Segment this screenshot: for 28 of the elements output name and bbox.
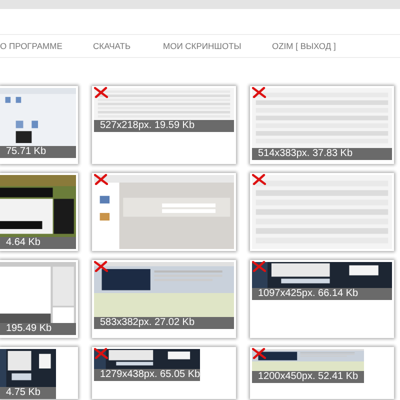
screenshot-card[interactable]: 4.75 Kb <box>0 347 78 399</box>
image-caption: 1200x450px. 52.41 Kb <box>252 371 364 383</box>
screenshot-card[interactable]: 4.64 Kb <box>0 173 78 251</box>
image-caption: 1279x438px. 65.05 Kb <box>94 369 200 381</box>
image-caption: 4.64 Kb <box>0 237 76 249</box>
nav-link[interactable]: СКАЧАТЬ <box>93 40 131 52</box>
screenshot-card[interactable]: 1279x438px. 65.05 Kb <box>92 347 236 399</box>
nav-link[interactable]: МОИ СКРИНШОТЫ <box>163 40 242 52</box>
image-caption: 527x218px. 19.59 Kb <box>94 120 234 132</box>
delete-icon[interactable] <box>252 348 266 359</box>
delete-icon[interactable] <box>94 348 108 359</box>
screenshot-card[interactable]: 514x383px. 37.83 Kb <box>250 86 394 164</box>
delete-icon[interactable] <box>252 261 266 272</box>
image-caption: 583x382px. 27.02 Kb <box>94 317 234 329</box>
image-caption: 4.75 Kb <box>0 387 56 399</box>
screenshot-card[interactable]: 527x218px. 19.59 Kb <box>92 86 236 164</box>
image-caption: 1097x425px. 66.14 Kb <box>252 288 392 300</box>
screenshot-card[interactable]: 75.71 Kb <box>0 86 78 164</box>
image-caption: 195.49 Kb <box>0 323 76 335</box>
screenshot-card[interactable]: 1097x425px. 66.14 Kb <box>250 260 394 338</box>
image-caption: 514x383px. 37.83 Kb <box>252 148 392 160</box>
screenshot-card[interactable]: 583x382px. 27.02 Kb <box>92 260 236 338</box>
image-caption: 75.71 Kb <box>0 146 76 158</box>
screenshot-card[interactable]: 1200x450px. 52.41 Kb <box>250 347 394 399</box>
nav-link[interactable]: OZIM [ ВЫХОД ] <box>272 40 336 52</box>
screenshot-card[interactable]: 195.49 Kb <box>0 260 78 338</box>
nav-link[interactable]: О ПРОГРАММЕ <box>0 40 62 52</box>
delete-icon[interactable] <box>94 261 108 272</box>
